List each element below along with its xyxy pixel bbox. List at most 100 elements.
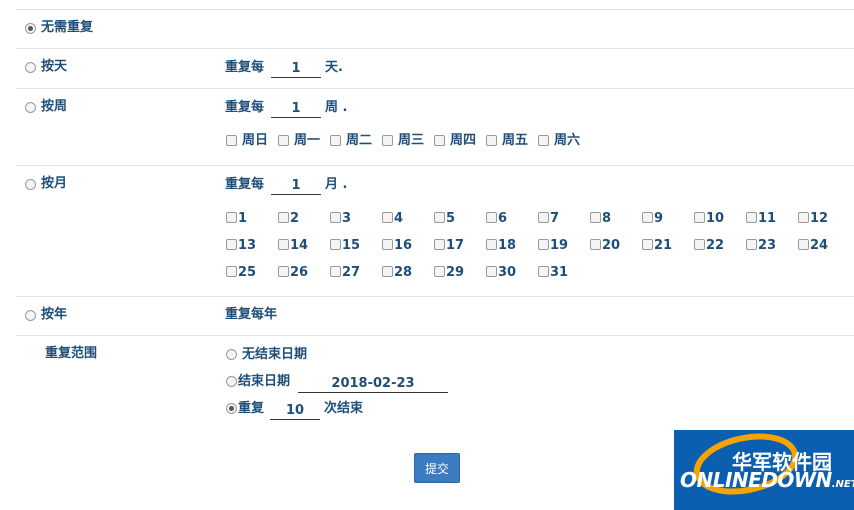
monthday-checkbox[interactable] [486,266,497,277]
monthday-label: 26 [290,265,309,280]
weekday-checkbox[interactable] [538,135,549,146]
monthday-label: 24 [810,238,829,253]
monthday-checkbox[interactable] [694,239,705,250]
weekday-checkbox[interactable] [278,135,289,146]
monthday-checkbox[interactable] [538,266,549,277]
monthday-label: 8 [602,211,612,226]
monthday-checkbox[interactable] [538,239,549,250]
monthday-label: 29 [446,265,465,280]
radio-weekly[interactable] [25,102,36,113]
monthday-label: 11 [758,211,777,226]
monthly-label: 按月 [41,176,68,191]
radio-no-end-date[interactable] [226,349,237,360]
radio-yearly[interactable] [25,310,36,321]
weekday-checkbox[interactable] [226,135,237,146]
monthday-checkbox[interactable] [486,212,497,223]
monthday-checkbox[interactable] [486,239,497,250]
monthday-label: 15 [342,238,361,253]
weekday-checkbox[interactable] [486,135,497,146]
monthday-label: 19 [550,238,569,253]
range-label: 重复范围 [45,346,98,361]
weekly-suffix: 周 . [325,100,348,115]
daily-interval-input[interactable] [271,59,321,78]
yearly-text: 重复每年 [225,307,278,322]
monthday-checkbox[interactable] [226,212,237,223]
weekly-prefix: 重复每 [225,100,265,115]
monthday-label: 28 [394,265,413,280]
radio-monthly[interactable] [25,179,36,190]
monthday-checkbox[interactable] [434,212,445,223]
monthday-label: 1 [238,211,248,226]
monthday-checkbox[interactable] [382,266,393,277]
monthday-checkbox[interactable] [538,212,549,223]
daily-prefix: 重复每 [225,60,265,75]
end-date-input[interactable] [298,374,448,393]
weekday-label: 周四 [450,133,477,148]
monthday-label: 31 [550,265,569,280]
monthday-checkbox[interactable] [226,239,237,250]
monthday-checkbox[interactable] [330,212,341,223]
separator [16,88,854,89]
monthly-interval-input[interactable] [271,176,321,195]
monthday-label: 17 [446,238,465,253]
weekday-label: 周一 [294,133,321,148]
monthday-checkbox[interactable] [278,212,289,223]
monthday-checkbox[interactable] [798,212,809,223]
radio-no-repeat[interactable] [25,23,36,34]
monthday-label: 16 [394,238,413,253]
repeat-count-input[interactable] [270,401,320,420]
radio-end-date[interactable] [226,376,237,387]
monthday-checkbox[interactable] [434,239,445,250]
monthday-label: 9 [654,211,664,226]
weekday-label: 周二 [346,133,373,148]
weekday-checkbox[interactable] [434,135,445,146]
monthday-checkbox[interactable] [590,212,601,223]
weekday-checkbox[interactable] [330,135,341,146]
monthday-checkbox[interactable] [434,266,445,277]
no-repeat-label: 无需重复 [41,20,94,35]
monthday-label: 4 [394,211,404,226]
monthday-checkbox[interactable] [642,239,653,250]
monthday-checkbox[interactable] [382,212,393,223]
monthday-label: 14 [290,238,309,253]
monthday-checkbox[interactable] [746,212,757,223]
monthday-checkbox[interactable] [330,266,341,277]
weekday-label: 周五 [502,133,529,148]
monthday-label: 2 [290,211,300,226]
monthday-label: 30 [498,265,517,280]
radio-daily[interactable] [25,62,36,73]
daily-suffix: 天. [325,60,343,75]
monthday-checkbox[interactable] [382,239,393,250]
weekday-label: 周六 [554,133,581,148]
monthday-checkbox[interactable] [642,212,653,223]
separator [16,165,854,166]
monthday-checkbox[interactable] [330,239,341,250]
watermark-logo: 华军软件园 ONLINEDOWN.NET [674,430,854,510]
watermark-en-text: ONLINEDOWN [680,468,832,492]
monthday-checkbox[interactable] [278,266,289,277]
monthday-label: 25 [238,265,257,280]
monthday-label: 6 [498,211,508,226]
monthday-label: 18 [498,238,517,253]
monthday-checkbox[interactable] [694,212,705,223]
monthday-checkbox[interactable] [798,239,809,250]
watermark-net: .NET [831,479,854,490]
monthday-checkbox[interactable] [590,239,601,250]
monthday-label: 13 [238,238,257,253]
radio-repeat-count[interactable] [226,403,237,414]
monthday-label: 10 [706,211,725,226]
monthday-checkbox[interactable] [226,266,237,277]
weekday-label: 周三 [398,133,425,148]
monthly-suffix: 月 . [325,177,348,192]
monthday-label: 3 [342,211,352,226]
watermark-en: ONLINEDOWN.NET [680,468,854,492]
monthday-label: 7 [550,211,560,226]
submit-button[interactable]: 提交 [414,453,460,483]
weekly-interval-input[interactable] [271,99,321,118]
repeat-count-suffix: 次结束 [324,401,364,416]
weekday-checkbox[interactable] [382,135,393,146]
monthday-checkbox[interactable] [746,239,757,250]
monthday-checkbox[interactable] [278,239,289,250]
repeat-count-prefix: 重复 [238,401,265,416]
separator [16,48,854,49]
